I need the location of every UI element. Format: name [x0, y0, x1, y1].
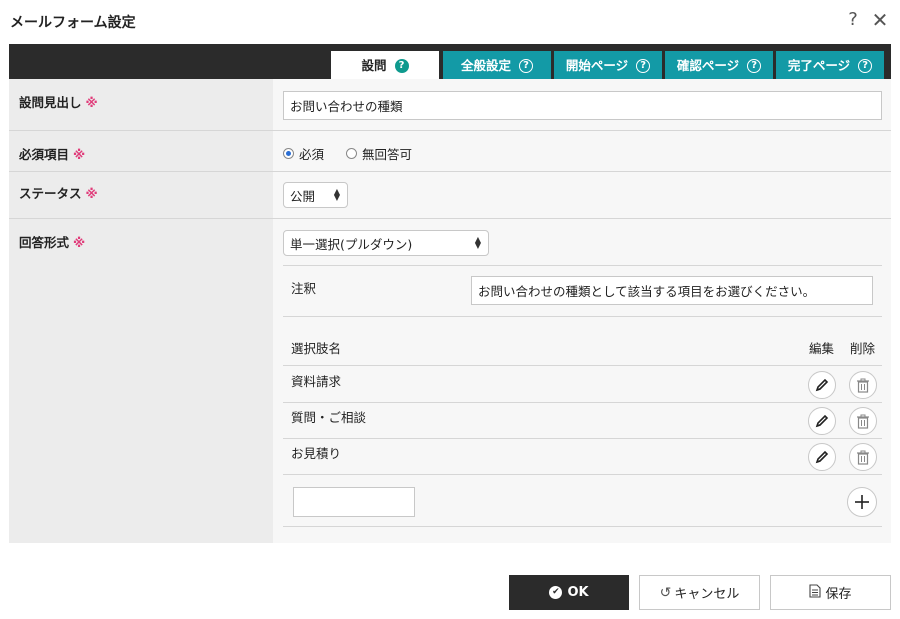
tab-question-label: 設問: [361, 57, 387, 73]
dialog-title: メールフォーム設定: [10, 15, 136, 31]
choice-label: お見積り: [291, 446, 342, 461]
sub-divider: [283, 316, 882, 317]
tab-general-settings-help-icon[interactable]: ?: [519, 58, 533, 73]
add-choice-plus-icon[interactable]: [847, 487, 877, 517]
tab-general-settings-label: 全般設定: [460, 57, 511, 73]
save-button-label: 保存: [825, 587, 852, 602]
ok-button[interactable]: ✔ OK: [509, 575, 629, 610]
row-divider: [9, 218, 891, 219]
tab-confirm-page-help-icon[interactable]: ?: [747, 58, 762, 73]
row-divider: [283, 402, 882, 403]
edit-pencil-icon[interactable]: [808, 443, 836, 471]
cancel-button[interactable]: ↺ キャンセル: [639, 575, 760, 610]
check-circle-icon: ✔: [549, 586, 563, 599]
document-icon: [809, 583, 822, 602]
row-divider: [283, 438, 882, 439]
required-field-label: 必須項目 ※: [19, 144, 85, 163]
status-label: ステータス ※: [19, 183, 98, 202]
tab-start-page-help-icon[interactable]: ?: [636, 58, 651, 73]
status-select-value: 公開: [290, 188, 316, 204]
row-divider: [9, 171, 891, 172]
row-divider: [9, 130, 891, 131]
choices-header-edit: 編集: [809, 341, 835, 356]
new-choice-input[interactable]: [293, 487, 415, 517]
ok-button-label: OK: [567, 585, 589, 600]
tab-confirm-page-label: 確認ページ: [676, 57, 740, 73]
save-button[interactable]: 保存: [770, 575, 891, 610]
trash-icon[interactable]: [849, 407, 877, 435]
heading-label: 設問見出し ※: [19, 92, 98, 111]
choices-header-name: 選択肢名: [291, 341, 342, 356]
choice-label: 質問・ご相談: [291, 410, 367, 425]
sub-divider: [283, 526, 882, 527]
tab-general-settings[interactable]: 全般設定?: [443, 51, 551, 79]
tab-confirm-page[interactable]: 確認ページ?: [665, 51, 773, 79]
tab-question[interactable]: 設問?: [331, 51, 439, 79]
row-divider: [283, 474, 882, 475]
tab-question-help-icon[interactable]: ?: [394, 58, 409, 73]
required-mark: ※: [73, 147, 86, 162]
trash-icon[interactable]: [849, 371, 877, 399]
tab-start-page[interactable]: 開始ページ?: [554, 51, 662, 79]
tab-bar: 設問? 全般設定? 開始ページ? 確認ページ? 完了ページ?: [9, 44, 891, 79]
table-divider: [283, 365, 882, 366]
required-mark: ※: [85, 95, 98, 110]
choice-label: 資料請求: [291, 374, 342, 389]
required-mark: ※: [73, 235, 86, 250]
radio-checked-icon: [283, 148, 294, 159]
sub-divider: [283, 265, 882, 266]
edit-pencil-icon[interactable]: [808, 371, 836, 399]
dialog-titlebar: メールフォーム設定 ? ✕: [0, 0, 900, 44]
radio-unchecked-icon: [346, 148, 357, 159]
note-input[interactable]: お問い合わせの種類として該当する項目をお選びください。: [471, 276, 873, 305]
close-icon[interactable]: ✕: [869, 8, 891, 34]
undo-icon: ↺: [659, 584, 672, 601]
heading-input[interactable]: お問い合わせの種類: [283, 91, 882, 120]
radio-optional-label: 無回答可: [362, 147, 413, 162]
edit-pencil-icon[interactable]: [808, 407, 836, 435]
answer-type-label-text: 回答形式: [19, 235, 70, 250]
question-form: 設問見出し ※ お問い合わせの種類 必須項目 ※ 必須 無回答可 ステータス ※ 公開…: [9, 79, 891, 543]
answer-type-label: 回答形式 ※: [19, 232, 85, 251]
tab-complete-page-label: 完了ページ: [787, 57, 851, 73]
cancel-button-label: キャンセル: [674, 587, 740, 602]
tab-complete-page[interactable]: 完了ページ?: [776, 51, 884, 79]
heading-label-text: 設問見出し: [19, 95, 82, 110]
radio-optional[interactable]: 無回答可: [346, 144, 412, 163]
choices-header-delete: 削除: [850, 341, 876, 356]
radio-required-label: 必須: [299, 147, 325, 162]
select-arrows-icon: ▲ ▼: [474, 235, 481, 250]
status-select[interactable]: 公開 ▲ ▼: [283, 182, 348, 208]
status-label-text: ステータス: [19, 186, 82, 201]
note-label: 注釈: [291, 281, 317, 296]
answer-type-select-value: 単一選択(プルダウン): [290, 236, 413, 252]
tab-start-page-label: 開始ページ: [565, 57, 629, 73]
required-field-label-text: 必須項目: [19, 147, 70, 162]
trash-icon[interactable]: [849, 443, 877, 471]
required-mark: ※: [85, 186, 98, 201]
tab-complete-page-help-icon[interactable]: ?: [858, 58, 873, 73]
radio-required[interactable]: 必須: [283, 144, 324, 163]
select-arrows-icon: ▲ ▼: [333, 187, 340, 202]
answer-type-select[interactable]: 単一選択(プルダウン) ▲ ▼: [283, 230, 489, 256]
help-icon[interactable]: ?: [844, 9, 862, 33]
